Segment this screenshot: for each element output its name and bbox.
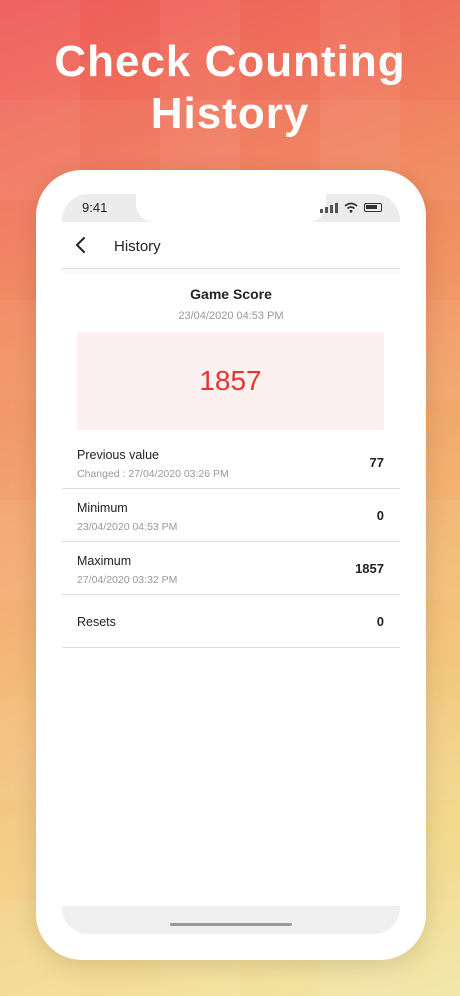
chevron-left-icon[interactable] — [72, 236, 90, 254]
stat-label: Resets — [77, 615, 116, 629]
wifi-icon — [344, 202, 358, 213]
signal-icon — [320, 202, 338, 213]
stat-sub: 23/04/2020 04:53 PM — [77, 521, 178, 533]
stat-label: Minimum — [77, 501, 128, 515]
stat-value: 77 — [369, 455, 384, 470]
stat-value: 0 — [376, 508, 384, 523]
bottom-bar — [62, 906, 400, 934]
phone-frame: 9:41 History Game Score 23/04/2020 04:53… — [36, 170, 426, 960]
counter-name: Game Score — [190, 286, 272, 302]
stats-list: Previous value Changed : 27/04/2020 03:2… — [62, 436, 400, 648]
stat-row-minimum: Minimum 23/04/2020 04:53 PM 0 — [62, 489, 400, 542]
page-title: History — [114, 238, 161, 255]
promo-headline: Check Counting History — [0, 36, 460, 140]
stat-value: 0 — [376, 614, 384, 629]
app-bar: History — [62, 222, 400, 269]
battery-icon — [364, 203, 382, 212]
stat-row-previous-value: Previous value Changed : 27/04/2020 03:2… — [62, 436, 400, 489]
history-content: Game Score 23/04/2020 04:53 PM 1857 Prev… — [62, 274, 400, 934]
headline-line-1: Check Counting — [54, 37, 406, 86]
stat-row-maximum: Maximum 27/04/2020 03:32 PM 1857 — [62, 542, 400, 595]
headline-line-2: History — [150, 89, 310, 138]
stat-label: Maximum — [77, 554, 132, 568]
stat-label: Previous value — [77, 448, 159, 462]
home-indicator[interactable] — [170, 923, 292, 926]
status-bar: 9:41 — [62, 194, 400, 222]
phone-screen: 9:41 History Game Score 23/04/2020 04:53… — [62, 194, 400, 934]
status-time: 9:41 — [82, 200, 108, 215]
counter-value: 1857 — [199, 365, 262, 396]
stat-sub: Changed : 27/04/2020 03:26 PM — [77, 468, 229, 480]
stat-row-resets: Resets 0 — [62, 595, 400, 648]
status-icons — [320, 202, 382, 213]
notch — [136, 194, 326, 222]
counter-date: 23/04/2020 04:53 PM — [178, 310, 284, 322]
stat-sub: 27/04/2020 03:32 PM — [77, 574, 178, 586]
stat-value: 1857 — [355, 561, 384, 576]
counter-value-box: 1857 — [77, 332, 384, 430]
